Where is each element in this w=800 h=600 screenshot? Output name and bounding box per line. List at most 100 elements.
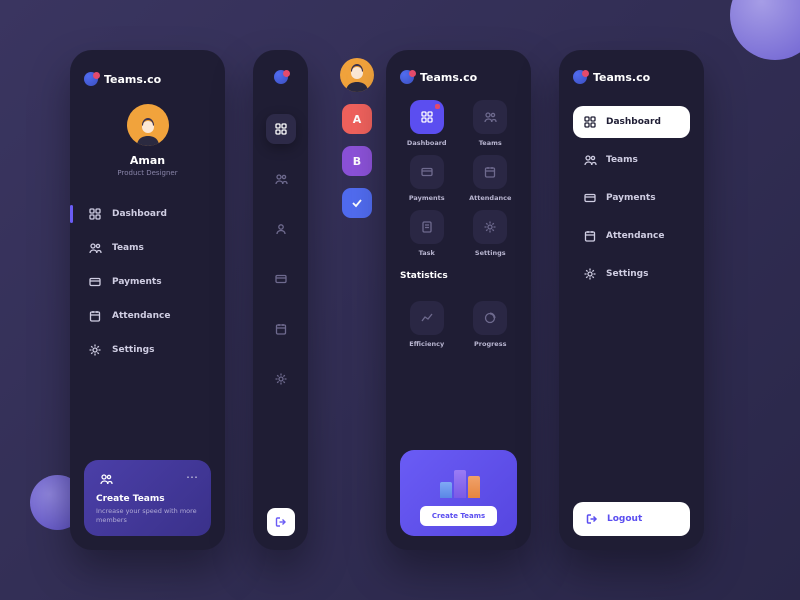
nav-icon-payments[interactable] <box>266 264 296 294</box>
logout-button[interactable]: Logout <box>573 502 690 536</box>
avatar[interactable] <box>127 104 169 146</box>
promo-title: Create Teams <box>96 494 199 504</box>
dashboard-icon <box>274 122 288 136</box>
nav-item-dashboard[interactable]: Dashboard <box>573 106 690 138</box>
nav-list: Dashboard Teams Payments Attendance Settings <box>84 199 211 365</box>
settings-icon <box>483 220 497 234</box>
nav-item-teams[interactable]: Teams <box>573 144 690 176</box>
nav-item-payments[interactable]: Payments <box>84 267 211 297</box>
sidebar-variant-profile: Teams.co Aman Product Designer Dashboard… <box>70 50 225 550</box>
logo-icon <box>84 72 98 86</box>
create-teams-button[interactable]: Create Teams <box>420 506 497 526</box>
nav-icon-dashboard[interactable] <box>266 114 296 144</box>
teams-icon <box>96 472 116 486</box>
sidebar-variant-collapsed <box>253 50 308 550</box>
grid-label: Settings <box>475 249 506 257</box>
dashboard-icon <box>420 110 434 124</box>
workspace-tile-b[interactable]: B <box>342 146 372 176</box>
brand-name: Teams.co <box>104 73 161 86</box>
nav-item-teams[interactable]: Teams <box>84 233 211 263</box>
grid-item-teams[interactable]: Teams <box>464 100 518 147</box>
user-name: Aman <box>130 154 165 167</box>
nav-item-payments[interactable]: Payments <box>573 182 690 214</box>
nav-label: Dashboard <box>606 117 661 127</box>
promo-card[interactable]: ⋯ Create Teams Increase your speed with … <box>84 460 211 536</box>
grid-label: Attendance <box>469 194 511 202</box>
sidebar-variant-grid: Teams.co Dashboard Teams Payments Attendanc… <box>386 50 531 550</box>
user-block: Aman Product Designer <box>84 104 211 177</box>
grid-item-settings[interactable]: Settings <box>464 210 518 257</box>
logout-button[interactable] <box>267 508 295 536</box>
logo-icon <box>400 70 414 84</box>
nav-icon-attendance[interactable] <box>266 314 296 344</box>
sidebar-variant-grid-wrap: A B Teams.co Dashboard Teams Payments Atten… <box>336 50 531 550</box>
workspace-tile-c[interactable] <box>342 188 372 218</box>
settings-icon <box>88 343 102 357</box>
nav-item-settings[interactable]: Settings <box>573 258 690 290</box>
payments-icon <box>274 272 288 286</box>
nav-label: Settings <box>112 345 154 355</box>
logo-icon <box>573 70 587 84</box>
brand-name: Teams.co <box>420 71 477 84</box>
task-icon <box>420 220 434 234</box>
nav-item-attendance[interactable]: Attendance <box>573 220 690 252</box>
nav-icon-settings[interactable] <box>266 364 296 394</box>
brand: Teams.co <box>573 70 690 84</box>
nav-icon-user[interactable] <box>266 214 296 244</box>
workspace-tile-a[interactable]: A <box>342 104 372 134</box>
dashboard-icon <box>583 115 597 129</box>
logo-icon <box>274 70 288 84</box>
attendance-icon <box>274 322 288 336</box>
user-role: Product Designer <box>117 169 177 177</box>
nav-item-attendance[interactable]: Attendance <box>84 301 211 331</box>
grid-label: Dashboard <box>407 139 447 147</box>
workspace-rail: A B <box>336 50 378 550</box>
nav-item-settings[interactable]: Settings <box>84 335 211 365</box>
attendance-icon <box>483 165 497 179</box>
grid-item-dashboard[interactable]: Dashboard <box>400 100 454 147</box>
nav-label: Attendance <box>606 231 664 241</box>
logout-label: Logout <box>607 514 642 524</box>
brand: Teams.co <box>400 70 517 84</box>
payments-icon <box>88 275 102 289</box>
more-icon[interactable]: ⋯ <box>186 470 199 484</box>
attendance-icon <box>88 309 102 323</box>
nav-label: Attendance <box>112 311 170 321</box>
payments-icon <box>420 165 434 179</box>
nav-icon-teams[interactable] <box>266 164 296 194</box>
avatar[interactable] <box>340 58 374 92</box>
stats-item-progress[interactable]: Progress <box>464 301 518 348</box>
progress-icon <box>483 311 497 325</box>
teams-icon <box>483 110 497 124</box>
settings-icon <box>274 372 288 386</box>
user-icon <box>274 222 288 236</box>
grid-item-attendance[interactable]: Attendance <box>464 155 518 202</box>
teams-icon <box>88 241 102 255</box>
nav-label: Payments <box>606 193 656 203</box>
stats-grid: EfficiencyProgress <box>400 301 517 348</box>
check-icon <box>350 196 364 210</box>
promo-card: Create Teams <box>400 450 517 536</box>
logout-icon <box>274 515 288 529</box>
grid-item-payments[interactable]: Payments <box>400 155 454 202</box>
grid-label: Payments <box>409 194 445 202</box>
nav-label: Settings <box>606 269 648 279</box>
nav-label: Teams <box>606 155 638 165</box>
decor-sphere <box>730 0 800 60</box>
grid-label: Teams <box>479 139 502 147</box>
nav-grid: Dashboard Teams Payments Attendance Task Sett… <box>400 100 517 257</box>
grid-label: Task <box>419 249 435 257</box>
teams-icon <box>274 172 288 186</box>
attendance-icon <box>583 229 597 243</box>
grid-item-task[interactable]: Task <box>400 210 454 257</box>
payments-icon <box>583 191 597 205</box>
logout-icon <box>585 512 599 526</box>
bar-chart-icon <box>434 464 484 498</box>
chart-icon <box>420 311 434 325</box>
sidebar-variant-pill: Teams.co Dashboard Teams Payments Attendanc… <box>559 50 704 550</box>
brand-name: Teams.co <box>593 71 650 84</box>
nav-item-dashboard[interactable]: Dashboard <box>84 199 211 229</box>
promo-subtitle: Increase your speed with more members <box>96 507 199 524</box>
brand: Teams.co <box>84 72 211 86</box>
stats-item-efficiency[interactable]: Efficiency <box>400 301 454 348</box>
